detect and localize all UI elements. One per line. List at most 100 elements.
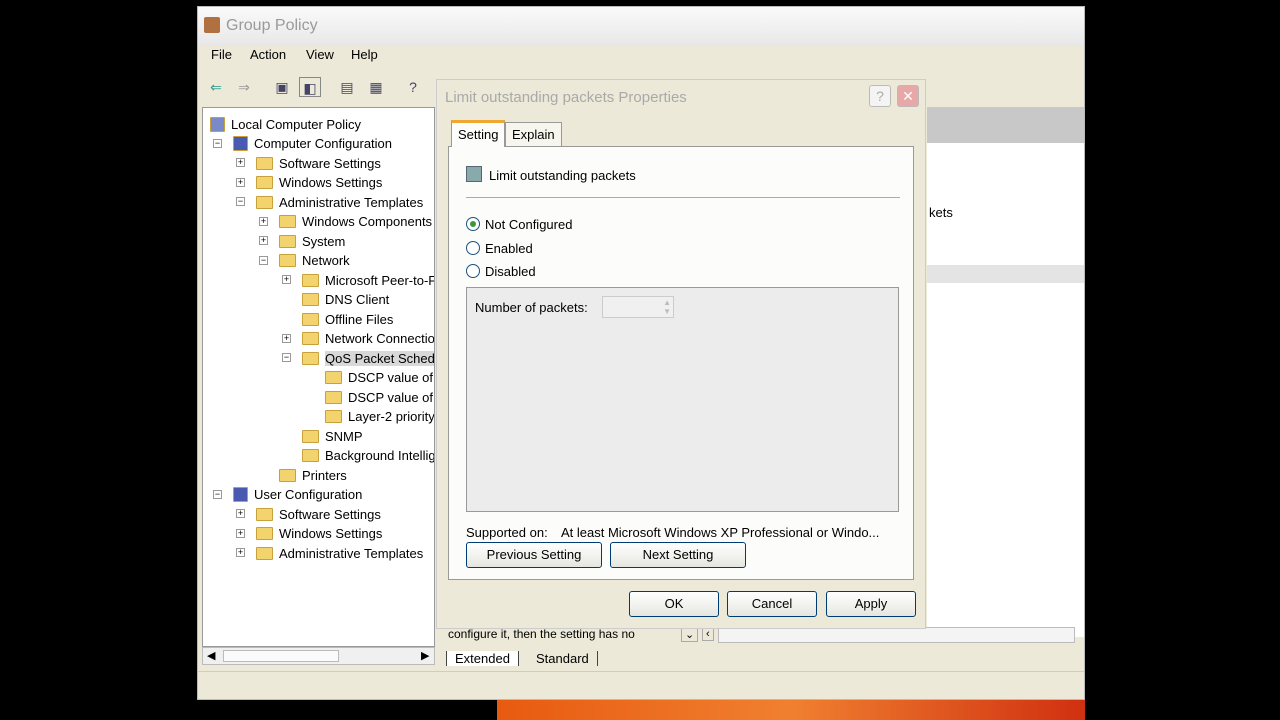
tree-item[interactable]: DSCP value of [325,388,433,406]
details-pane: kets [927,107,1084,637]
tree-item[interactable]: Software Settings [256,505,381,523]
forward-icon[interactable]: ⇒ [233,77,255,97]
radio-icon[interactable] [466,241,480,255]
folder-icon [302,449,319,462]
menu-file[interactable]: File [211,47,232,62]
tree-item[interactable]: Background Intellig [302,447,435,465]
expand-icon[interactable]: + [236,158,245,167]
title-bar: Group Policy [198,7,1084,45]
tree-item[interactable]: System [279,232,345,250]
next-setting-button[interactable]: Next Setting [610,542,746,568]
previous-setting-button[interactable]: Previous Setting [466,542,602,568]
tree-item[interactable]: Network Connectio [302,330,435,348]
tree-item-label: Computer Configuration [254,136,393,151]
apply-button[interactable]: Apply [826,591,916,617]
tree-item[interactable]: Network [279,252,350,270]
setting-name-partial: kets [929,205,953,220]
tree-item[interactable]: QoS Packet Schedu [302,349,434,367]
tree-item-label: QoS Packet Schedu [325,350,434,366]
expand-icon[interactable]: + [259,236,268,245]
tree-item[interactable]: SNMP [302,427,363,445]
folder-icon [256,507,273,521]
close-button[interactable]: ✕ [897,85,919,107]
tree-item-label: Local Computer Policy [231,116,362,132]
tree-item-label: Windows Components [302,214,433,229]
packets-label: Number of packets: [475,300,588,315]
tree-item-label: Microsoft Peer-to-F [325,272,435,288]
menu-view[interactable]: View [306,47,334,62]
folder-icon [302,312,319,326]
tree-item[interactable]: Layer-2 priority [325,408,434,426]
tree-item-label: Background Intellig [325,448,435,463]
folder-icon [279,254,296,267]
dialog-title: Limit outstanding packets Properties [445,89,687,106]
tree-item[interactable]: Computer Configuration [233,135,392,153]
desktop-wallpaper [497,700,1085,720]
help-button[interactable]: ? [869,85,891,107]
packets-spinner[interactable]: ▲ ▼ [602,296,674,318]
policy-setting-icon [466,166,482,182]
back-icon[interactable]: ⇐ [205,77,227,97]
tree-item-label: DSCP value of [348,389,434,405]
supported-label: Supported on: [466,525,548,540]
tree-item[interactable]: User Configuration [233,486,362,504]
scroll-thumb[interactable] [223,650,339,662]
scroll-down-icon[interactable]: ⌄ [681,627,699,642]
tab-setting[interactable]: Setting [451,120,506,147]
properties-icon[interactable]: ▤ [336,77,358,97]
expand-icon[interactable]: + [236,177,245,187]
tree-item-label: Network Connectio [325,331,435,346]
tree-item[interactable]: DSCP value of [325,369,433,387]
expand-icon[interactable]: + [282,275,291,284]
collapse-icon[interactable]: − [259,255,268,265]
folder-icon [325,371,342,384]
explain-text: configure it, then the setting has no [448,627,635,641]
up-folder-icon[interactable]: ▣ [271,77,293,97]
radio-icon[interactable] [466,264,480,278]
tree-item[interactable]: Windows Settings [256,174,382,192]
radio-icon[interactable] [466,217,480,231]
folder-icon [302,293,319,306]
show-hide-tree-icon[interactable]: ◧ [299,77,321,97]
details-horizontal-scrollbar[interactable] [718,627,1075,643]
expand-icon[interactable]: + [236,528,245,538]
tab-explain[interactable]: Explain [505,122,562,146]
scroll-right-icon[interactable]: ▶ [421,649,429,662]
scroll-left-icon[interactable]: ‹ [702,627,714,641]
tab-extended[interactable]: Extended [446,651,519,666]
tree-item[interactable]: Offline Files [302,310,393,328]
collapse-icon[interactable]: − [213,489,222,499]
collapse-icon[interactable]: − [213,138,222,148]
expand-icon[interactable]: + [236,509,245,518]
tree-item[interactable]: Printers [279,466,347,484]
tab-standard[interactable]: Standard [528,651,598,666]
tree-view[interactable]: Local Computer Policy − Computer Configura… [202,107,435,647]
tree-item[interactable]: Windows Settings [256,525,382,543]
tree-item[interactable]: Administrative Templates [256,544,423,562]
export-list-icon[interactable]: ▦ [365,77,387,97]
tree-item[interactable]: Windows Components [279,213,432,231]
collapse-icon[interactable]: − [282,353,291,362]
tree-item[interactable]: Local Computer Policy [210,115,361,133]
menu-action[interactable]: Action [250,47,286,62]
tree-item[interactable]: DNS Client [302,291,389,309]
folder-icon [279,234,296,248]
setting-name: Limit outstanding packets [489,168,636,183]
expand-icon[interactable]: + [236,548,245,557]
tree-item[interactable]: Software Settings [256,154,381,172]
collapse-icon[interactable]: − [236,197,245,206]
ok-button[interactable]: OK [629,591,719,617]
tree-item-label: Windows Settings [279,175,383,190]
scroll-left-icon[interactable]: ◀ [207,649,215,662]
tree-item[interactable]: Administrative Templates [256,193,423,211]
tree-item-label: Offline Files [325,311,394,327]
tree-item[interactable]: Microsoft Peer-to-F [302,271,435,289]
help-icon[interactable]: ? [402,77,424,97]
cancel-button[interactable]: Cancel [727,591,817,617]
folder-icon [302,273,319,287]
tree-horizontal-scrollbar[interactable]: ◀ ▶ [202,647,435,665]
expand-icon[interactable]: + [282,333,291,343]
tree-item-label: Network [302,253,350,268]
expand-icon[interactable]: + [259,216,268,226]
menu-help[interactable]: Help [351,47,378,62]
